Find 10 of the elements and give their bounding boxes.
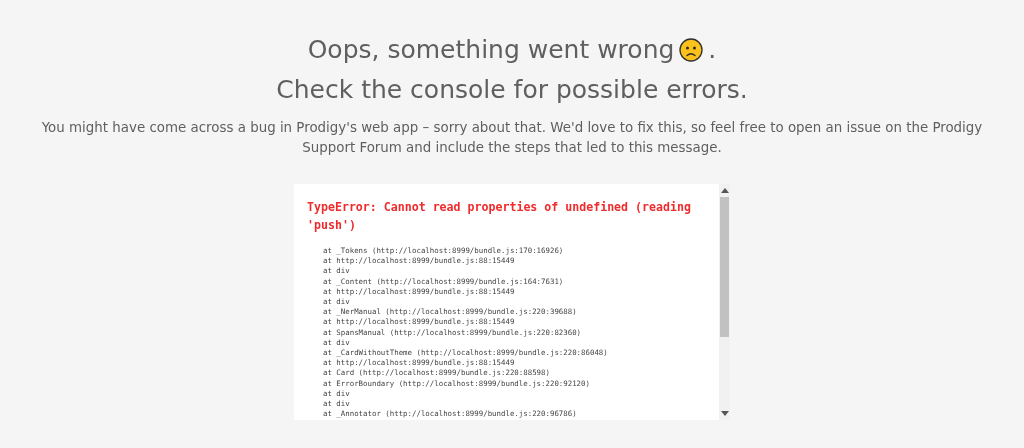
- scroll-down-icon[interactable]: [720, 411, 729, 416]
- error-message: You might have come across a bug in Prodigy's web app – sorry about that. We'd love to fix this, so feel free to open an issue on the Prodigy Support Forum and include the steps that led to this message.: [40, 119, 984, 157]
- scrollbar-thumb[interactable]: [720, 197, 729, 337]
- sad-face-icon: [679, 38, 704, 62]
- scroll-up-icon[interactable]: [720, 188, 729, 193]
- heading-text: Check the console for possible errors.: [276, 74, 748, 106]
- heading-text: Oops, something went wrong: [307, 34, 675, 66]
- heading-period: .: [708, 34, 717, 66]
- scrollbar[interactable]: [719, 184, 730, 420]
- error-title: TypeError: Cannot read properties of undefined (reading 'push'): [307, 199, 692, 234]
